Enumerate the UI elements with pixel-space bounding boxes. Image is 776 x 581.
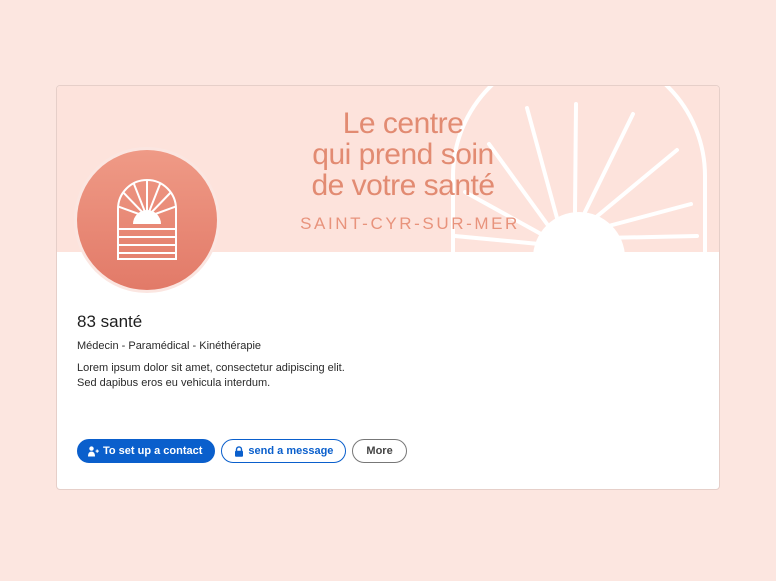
send-message-button[interactable]: send a message (221, 439, 347, 463)
more-button[interactable]: More (352, 439, 407, 463)
organization-categories: Médecin - Paramédical - Kinéthérapie (77, 340, 262, 352)
organization-name: 83 santé (77, 312, 143, 331)
more-button-label: More (366, 445, 393, 457)
sunrise-logo-icon (77, 150, 217, 290)
send-message-button-label: send a message (248, 445, 334, 457)
tagline-line-2: qui prend soin (312, 138, 494, 171)
banner-city: SAINT-CYR-SUR-MER (300, 214, 520, 233)
tagline-line-3: de votre santé (311, 169, 495, 202)
profile-card: Le centre qui prend soin de votre santé … (56, 85, 720, 490)
lock-icon (235, 445, 244, 457)
contact-button[interactable]: To set up a contact (77, 439, 216, 463)
banner-tagline: Le centre qui prend soin de votre santé (293, 108, 513, 201)
description-line-2: Sed dapibus eros eu vehicula interdum. (77, 377, 271, 389)
tagline-line-1: Le centre (342, 107, 464, 140)
description-line-1: Lorem ipsum dolor sit amet, consectetur … (77, 362, 345, 374)
organization-description: Lorem ipsum dolor sit amet, consectetur … (77, 361, 477, 391)
contact-button-label: To set up a contact (103, 445, 203, 457)
profile-actions: To set up a contact send a message More (77, 439, 407, 463)
organization-logo (74, 147, 220, 293)
add-user-icon (88, 445, 99, 456)
